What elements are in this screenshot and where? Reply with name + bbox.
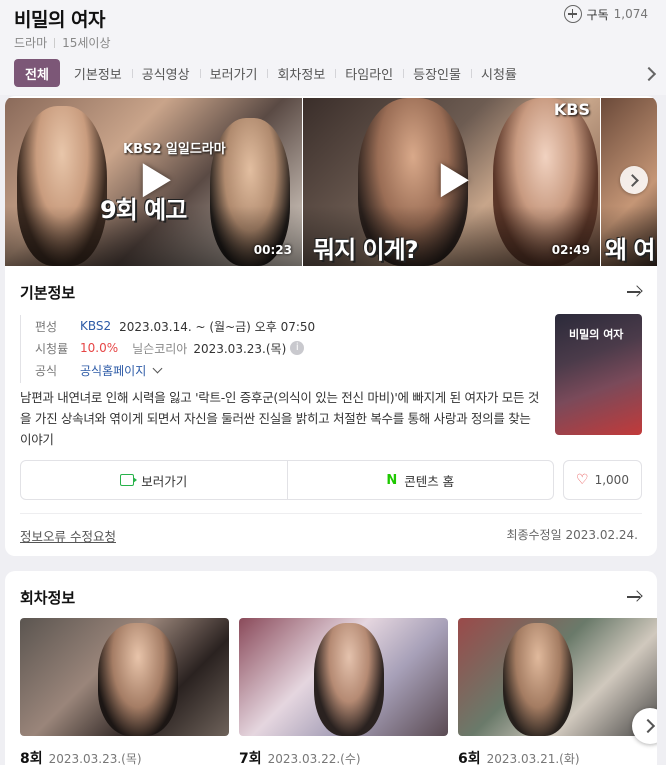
like-button[interactable]: ♡ 1,000 xyxy=(563,460,642,500)
episode-item[interactable]: 7회 2023.03.22.(수) xyxy=(239,618,448,765)
official-homepage-link[interactable]: 공식홈페이지 xyxy=(80,362,146,379)
header: 비밀의 여자 구독 1,074 드라마 15세이상 전체 기본정보 공식영상 보… xyxy=(0,0,666,95)
age-rating: 15세이상 xyxy=(62,36,111,50)
tab-watch[interactable]: 보러가기 xyxy=(199,59,268,87)
episode-thumbnail[interactable] xyxy=(458,618,657,736)
info-icon[interactable]: i xyxy=(290,341,305,355)
episode-date: 2023.03.21.(화) xyxy=(486,752,580,765)
info-row-official: 공식 공식홈페이지 xyxy=(35,359,540,381)
meta-info: 드라마 15세이상 xyxy=(14,34,111,51)
carousel-next-button[interactable] xyxy=(620,166,648,194)
synopsis: 남편과 내연녀로 인해 시력을 잃고 '락트-인 증후군(의식이 있는 전신 마… xyxy=(20,390,540,447)
play-icon[interactable] xyxy=(440,163,469,198)
updated-label: 최종수정일 xyxy=(506,528,562,542)
divider xyxy=(20,513,642,514)
schedule: 2023.03.14. ~ (월~금) 오후 07:50 xyxy=(119,319,316,334)
info-row-broadcast: 편성 KBS2 2023.03.14. ~ (월~금) 오후 07:50 xyxy=(35,315,540,337)
like-count: 1,000 xyxy=(594,473,629,487)
tab-basic-info[interactable]: 기본정보 xyxy=(64,59,132,87)
video-icon xyxy=(120,474,138,486)
channel-logo: KBS xyxy=(553,100,590,119)
info-list: 편성 KBS2 2023.03.14. ~ (월~금) 오후 07:50 시청률… xyxy=(20,315,540,383)
tab-ratings[interactable]: 시청률 xyxy=(470,59,527,87)
tab-characters[interactable]: 등장인물 xyxy=(403,59,471,87)
episode-date: 2023.03.22.(수) xyxy=(267,752,361,765)
info-key: 공식 xyxy=(35,363,58,378)
subscribe-label: 구독 xyxy=(586,7,609,22)
naver-n-icon: N xyxy=(386,472,398,488)
basic-info-card: KBS2 일일드라마 9회 예고 00:23 KBS 뭐지 이게? 02:49 … xyxy=(5,96,657,556)
video-thumbnail[interactable]: KBS2 일일드라마 9회 예고 00:23 xyxy=(5,98,302,266)
updated-date: 2023.02.24. xyxy=(565,528,638,542)
tab-official-video[interactable]: 공식영상 xyxy=(131,59,200,87)
chevron-down-icon[interactable] xyxy=(152,363,163,374)
episode-item[interactable]: 8회 2023.03.23.(목) xyxy=(20,618,229,765)
rating-source: 닐슨코리아 xyxy=(132,341,188,356)
heart-icon: ♡ xyxy=(576,472,589,488)
episode-number: 6회 xyxy=(458,751,481,765)
episode-item[interactable]: 6회 2023.03.21.(화) xyxy=(458,618,657,765)
tab-bar: 전체 기본정보 공식영상 보러가기 회차정보 타임라인 등장인물 시청률 xyxy=(14,59,527,87)
watch-button[interactable]: 보러가기 xyxy=(21,461,287,499)
tab-episodes[interactable]: 회차정보 xyxy=(267,59,335,87)
video-duration: 00:23 xyxy=(253,243,292,257)
page-title: 비밀의 여자 xyxy=(14,9,106,31)
subscribe-count: 1,074 xyxy=(613,7,648,21)
action-buttons: 보러가기 N 콘텐츠 홈 ♡ 1,000 xyxy=(20,460,642,500)
video-carousel: KBS2 일일드라마 9회 예고 00:23 KBS 뭐지 이게? 02:49 … xyxy=(5,98,657,266)
rating-value: 10.0% xyxy=(80,341,119,355)
poster-image[interactable]: 비밀의 여자 xyxy=(555,314,642,435)
content-home-button[interactable]: N 콘텐츠 홈 xyxy=(286,461,554,499)
video-duration: 02:49 xyxy=(551,243,590,257)
arrow-right-icon[interactable] xyxy=(627,590,643,604)
episode-date: 2023.03.23.(목) xyxy=(48,752,142,765)
rating-date: 2023.03.23.(목) xyxy=(193,341,287,356)
content-home-label: 콘텐츠 홈 xyxy=(404,473,455,489)
episode-number: 8회 xyxy=(20,751,43,765)
channel-logo: KBS2 일일드라마 xyxy=(123,142,226,157)
poster-title: 비밀의 여자 xyxy=(569,328,624,341)
last-updated: 최종수정일 2023.02.24. xyxy=(506,526,638,543)
tab-all[interactable]: 전체 xyxy=(14,59,60,87)
info-key: 편성 xyxy=(35,319,58,334)
watch-label: 보러가기 xyxy=(141,473,188,489)
divider xyxy=(54,37,56,48)
chevron-right-icon[interactable] xyxy=(642,64,658,84)
plus-icon xyxy=(563,5,582,23)
episode-list: 8회 2023.03.23.(목) 7회 2023.03.22.(수) 6회 2… xyxy=(20,618,657,765)
report-error-link[interactable]: 정보오류 수정요청 xyxy=(20,526,116,545)
episode-thumbnail[interactable] xyxy=(239,618,448,736)
play-icon[interactable] xyxy=(142,163,171,198)
video-thumbnail[interactable]: KBS 뭐지 이게? 02:49 xyxy=(303,98,600,266)
info-key: 시청률 xyxy=(35,341,69,356)
section-title: 회차정보 xyxy=(20,589,76,607)
section-title: 기본정보 xyxy=(20,284,76,302)
video-caption: 뭐지 이게? xyxy=(313,236,419,264)
episode-thumbnail[interactable] xyxy=(20,618,229,736)
genre: 드라마 xyxy=(14,36,48,50)
channel-link[interactable]: KBS2 xyxy=(80,319,111,333)
video-caption: 왜 여 xyxy=(605,236,656,264)
info-row-rating: 시청률 10.0% 닐슨코리아 2023.03.23.(목) i xyxy=(35,337,540,359)
subscribe-button[interactable]: 구독 1,074 xyxy=(563,5,648,23)
arrow-right-icon[interactable] xyxy=(627,285,643,299)
episode-number: 7회 xyxy=(239,751,262,765)
episodes-card: 회차정보 8회 2023.03.23.(목) 7회 2023.03.22.(수) xyxy=(5,571,657,765)
tab-timeline[interactable]: 타임라인 xyxy=(335,59,403,87)
